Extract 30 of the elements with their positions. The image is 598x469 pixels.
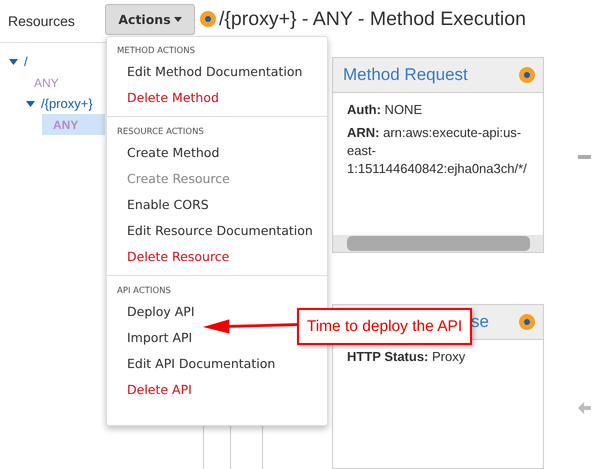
- menu-heading: RESOURCE ACTIONS: [116, 127, 205, 139]
- menu-heading: API ACTIONS: [116, 286, 172, 298]
- menu-heading: METHOD ACTIONS: [116, 46, 196, 58]
- menu-item[interactable]: Delete API: [127, 377, 192, 403]
- card-title[interactable]: se: [471, 312, 489, 332]
- arrow-left-icon: [578, 402, 591, 414]
- callout-text: Time to deploy the API: [297, 308, 472, 345]
- menu-item[interactable]: Enable CORS: [127, 192, 209, 218]
- expand-icon[interactable]: [9, 58, 18, 64]
- sidebar-title: Resources: [8, 13, 76, 29]
- menu-item[interactable]: Deploy API: [127, 299, 195, 325]
- field-text: Auth: NONE: [347, 101, 424, 119]
- menu-item[interactable]: Delete Resource: [127, 244, 230, 270]
- menu-item[interactable]: Edit Method Documentation: [127, 59, 302, 85]
- field-text: ARN: arn:aws:execute-api:us-east-1:151144640842:ejha0na3ch/*/: [347, 124, 528, 178]
- scrollbar-thumb[interactable]: [347, 236, 530, 252]
- expand-icon[interactable]: [26, 100, 35, 106]
- actions-button[interactable]: Actions: [105, 4, 195, 34]
- menu-item[interactable]: Create Method: [127, 140, 220, 166]
- connector-icon: [578, 155, 591, 159]
- menu-item[interactable]: Edit Resource Documentation: [127, 218, 313, 244]
- menu-item[interactable]: Delete Method: [127, 85, 219, 111]
- menu-item[interactable]: Import API: [127, 325, 192, 351]
- status-dot-icon: [200, 11, 216, 27]
- status-dot-icon: [519, 314, 535, 330]
- menu-item[interactable]: Edit API Documentation: [127, 351, 276, 377]
- caret-icon: [174, 16, 182, 22]
- field-text: HTTP Status: Proxy: [347, 348, 466, 366]
- status-dot-icon: [519, 67, 535, 83]
- page-title: /{proxy+} - ANY - Method Execution: [219, 8, 526, 30]
